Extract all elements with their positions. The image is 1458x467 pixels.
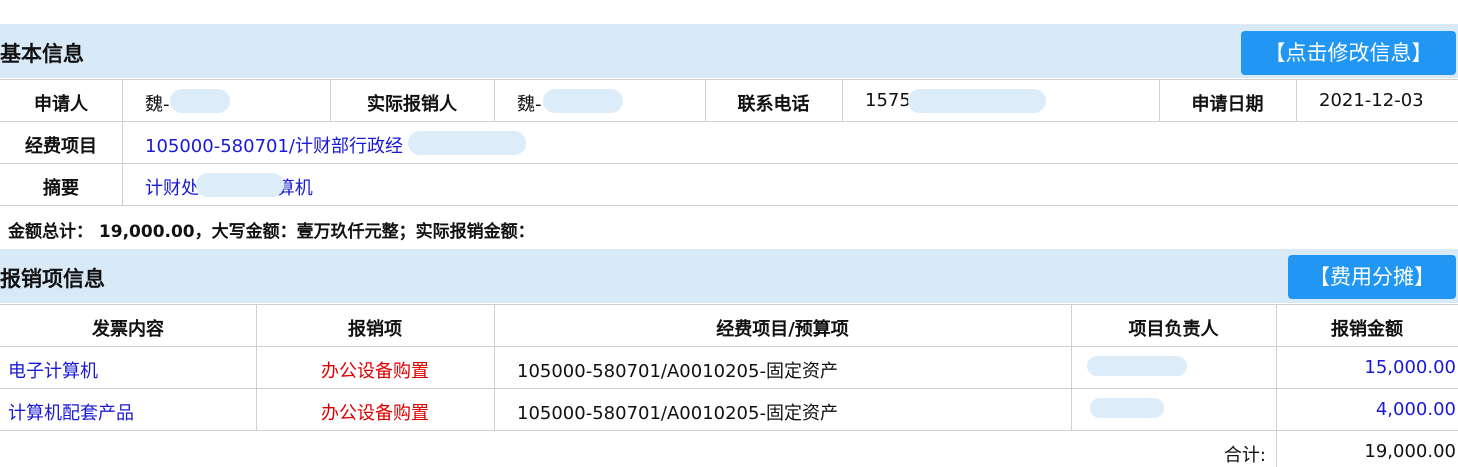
divider [0, 346, 1458, 347]
total-label: 合计: [1223, 445, 1266, 466]
apply-date-value: 2021-12-03 [1319, 90, 1424, 111]
invoice-content-link[interactable]: 计算机配套产品 [8, 399, 134, 425]
basic-info-header [0, 24, 1458, 78]
divider [0, 304, 1458, 305]
divider [0, 388, 1458, 389]
column-header-owner: 项目负责人 [1128, 319, 1219, 340]
divider [842, 79, 843, 121]
fund-project-label: 经费项目 [25, 136, 97, 157]
divider [0, 79, 1458, 80]
amount-cell: 4,000.00 [1375, 399, 1456, 420]
divider [0, 205, 1458, 206]
invoice-content-link[interactable]: 电子计算机 [8, 357, 98, 383]
divider [122, 79, 123, 205]
phone-label: 联系电话 [737, 94, 810, 115]
divider [494, 79, 495, 121]
expense-items-title: 报销项信息 [0, 267, 105, 291]
edit-info-button[interactable]: 【点击修改信息】 [1241, 31, 1456, 75]
column-header-invoice-content: 发票内容 [92, 319, 164, 340]
column-header-amount: 报销金额 [1331, 319, 1403, 340]
redaction-mask [1087, 356, 1187, 376]
apply-date-label: 申请日期 [1191, 94, 1264, 115]
basic-info-title: 基本信息 [0, 42, 84, 66]
divider [0, 430, 1458, 431]
cost-split-button[interactable]: 【费用分摊】 [1288, 255, 1456, 299]
fund-project-link[interactable]: 105000-580701/计财部行政经 [145, 132, 403, 158]
expense-item-cell: 办公设备购置 [321, 361, 429, 382]
amount-summary: 金额总计： 19,000.00，大写金额：壹万玖仟元整；实际报销金额： [8, 222, 535, 242]
redaction-mask [908, 89, 1046, 113]
column-header-expense-item: 报销项 [348, 319, 402, 340]
divider [1296, 79, 1297, 121]
divider [0, 163, 1458, 164]
total-amount: 19,000.00 [1364, 441, 1456, 462]
budget-cell: 105000-580701/A0010205-固定资产 [517, 361, 838, 382]
summary-label: 摘要 [43, 178, 79, 199]
expense-items-header [0, 249, 1458, 303]
amount-cell: 15,000.00 [1364, 357, 1456, 378]
redaction-mask [543, 89, 623, 113]
applicant-label: 申请人 [34, 94, 88, 115]
redaction-mask [196, 173, 284, 197]
divider [0, 121, 1458, 122]
expense-item-cell: 办公设备购置 [321, 403, 429, 424]
redaction-mask [1090, 398, 1164, 418]
redaction-mask [408, 131, 526, 155]
column-header-budget: 经费项目/预算项 [716, 319, 849, 340]
redaction-mask [170, 89, 230, 113]
budget-cell: 105000-580701/A0010205-固定资产 [517, 403, 838, 424]
actual-reimburser-label: 实际报销人 [367, 94, 457, 115]
